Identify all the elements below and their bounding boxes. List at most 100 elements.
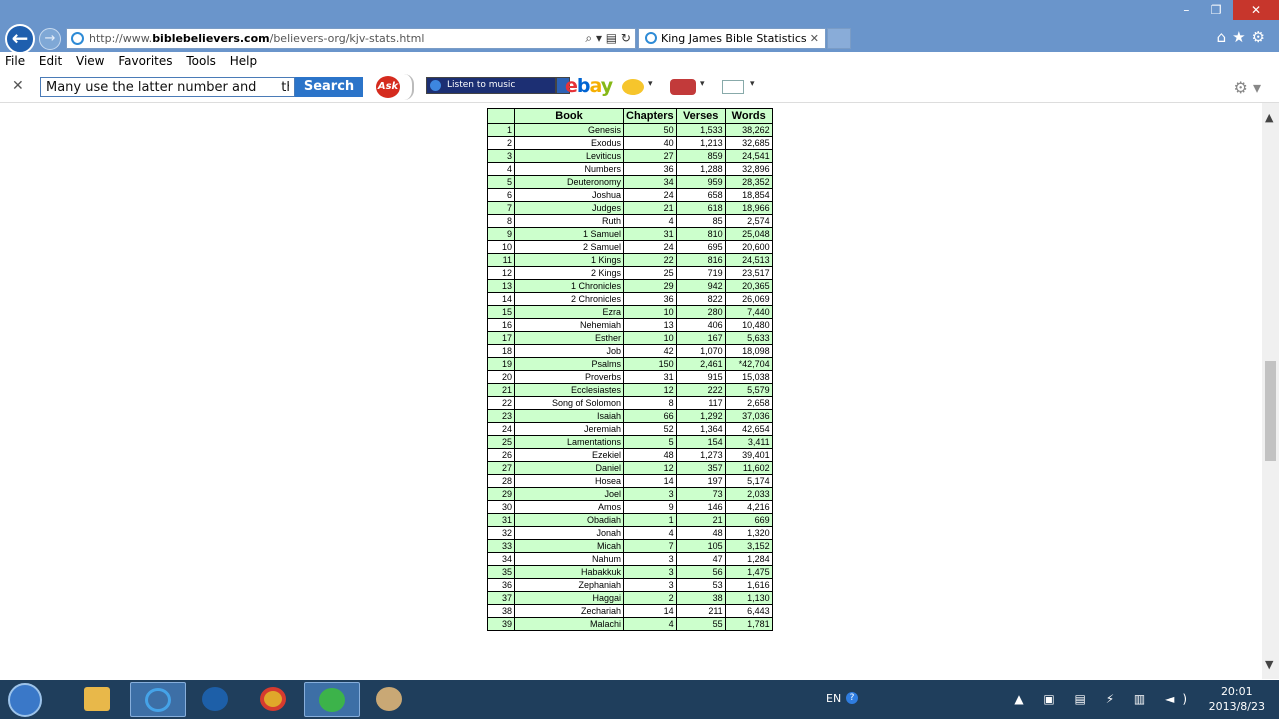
words-cell: 32,685 [724,136,773,150]
row-number: 30 [487,500,515,514]
chapters-cell: 3 [623,578,677,592]
row-number: 32 [487,526,515,540]
chapters-cell: 10 [623,331,677,345]
toolbar-settings-icon[interactable]: ⚙ ▾ [1234,78,1261,97]
ie-tab-icon [645,32,657,44]
table-row: 91 Samuel 31 810 25,048 [487,227,773,241]
scroll-down-icon[interactable]: ▼ [1265,658,1273,671]
tab-close-icon[interactable]: ✕ [810,29,819,48]
mail-dropdown-icon[interactable]: ▾ [750,79,755,89]
verses-cell: 56 [675,565,726,579]
verses-cell: 197 [675,474,726,488]
home-favorites-settings-icons[interactable]: ⌂★⚙ [1217,28,1271,46]
listen-to-music-widget[interactable]: Listen to music [426,77,570,94]
verses-cell: 280 [675,305,726,319]
close-window-button[interactable]: ✕ [1233,0,1279,20]
taskbar-paint[interactable] [362,682,418,717]
toolbar-close-icon[interactable]: ✕ [12,78,24,94]
table-row: 25 Lamentations 5 154 3,411 [487,435,773,449]
toolbar-search-input[interactable] [40,77,295,97]
book-name: Ezra [514,305,624,319]
words-cell: 20,365 [724,279,773,293]
words-cell: 5,633 [724,331,773,345]
chapters-cell: 66 [623,409,677,423]
start-button[interactable] [8,683,42,717]
chapters-cell: 31 [623,227,677,241]
back-button[interactable]: ← [5,24,35,54]
row-number: 4 [487,162,515,176]
words-cell: 37,036 [724,409,773,423]
new-tab-button[interactable] [827,28,851,49]
verses-cell: 1,292 [675,409,726,423]
taskbar-green-app[interactable] [304,682,360,717]
menu-file[interactable]: File [0,52,30,70]
verses-cell: 859 [675,149,726,163]
menu-edit[interactable]: Edit [34,52,67,70]
search-button[interactable]: Search [295,77,363,97]
table-row: 38 Zechariah 14 211 6,443 [487,604,773,618]
header-book: Book [514,108,624,124]
words-cell: 18,966 [724,201,773,215]
verses-cell: 942 [675,279,726,293]
scroll-thumb[interactable] [1265,361,1276,461]
row-number: 38 [487,604,515,618]
scroll-up-icon[interactable]: ▲ [1265,111,1273,124]
book-name: Song of Solomon [514,396,624,410]
page-content: Book Chapters Verses Words 1 Genesis 50 1,5… [0,103,1262,679]
weather-icon[interactable] [622,79,644,95]
menu-tools[interactable]: Tools [181,52,221,70]
book-name: Amos [514,500,624,514]
menu-favorites[interactable]: Favorites [113,52,177,70]
menu-bar: File Edit View Favorites Tools Help [0,52,1279,72]
address-tools[interactable]: ⌕ ▾ ▤ ↻ [585,29,631,48]
language-indicator[interactable]: EN [826,692,841,705]
chapters-cell: 150 [623,357,677,371]
menu-view[interactable]: View [71,52,109,70]
maximize-button[interactable]: ❐ [1203,0,1229,20]
verses-cell: 959 [675,175,726,189]
row-number: 36 [487,578,515,592]
play-icon [430,80,441,91]
book-name: Joshua [514,188,624,202]
book-name: Exodus [514,136,624,150]
words-cell: 2,033 [724,487,773,501]
taskbar-file-explorer[interactable] [70,682,126,717]
words-cell: 1,781 [724,617,773,631]
mail-icon[interactable] [722,80,744,94]
ebay-logo[interactable]: ebay [565,75,613,97]
verses-cell: 695 [675,240,726,254]
chapters-cell: 50 [623,123,677,137]
menu-help[interactable]: Help [225,52,262,70]
system-tray-icons[interactable]: ▲ ▣ ▤ ⚡ ▥ ◄) [1014,692,1195,706]
chapters-cell: 36 [623,162,677,176]
taskbar-internet-explorer[interactable] [130,682,186,717]
clock[interactable]: 20:01 2013/8/23 [1209,684,1265,714]
verses-cell: 810 [675,227,726,241]
taskbar-hp[interactable] [188,682,244,717]
verses-cell: 85 [675,214,726,228]
row-number: 22 [487,396,515,410]
tab-king-james-bible-statistics[interactable]: King James Bible Statistics ✕ [638,28,826,49]
chapters-cell: 52 [623,422,677,436]
address-bar[interactable]: http://www.biblebelievers.com/believers-… [66,28,636,49]
table-row: 35 Habakkuk 3 56 1,475 [487,565,773,579]
help-icon[interactable]: ? [846,692,858,704]
taskbar-chrome[interactable] [246,682,302,717]
row-number: 10 [487,240,515,254]
row-number: 26 [487,448,515,462]
ask-logo[interactable]: Ask [376,76,400,98]
book-name: Micah [514,539,624,553]
games-dropdown-icon[interactable]: ▾ [700,79,705,89]
vertical-scrollbar[interactable]: ▲ ▼ [1262,103,1279,679]
chapters-cell: 8 [623,396,677,410]
weather-dropdown-icon[interactable]: ▾ [648,79,653,89]
table-row: 16 Nehemiah 13 406 10,480 [487,318,773,332]
row-number: 8 [487,214,515,228]
table-row: 15 Ezra 10 280 7,440 [487,305,773,319]
book-name: 2 Chronicles [514,292,624,306]
forward-button[interactable]: → [39,28,61,50]
chapters-cell: 34 [623,175,677,189]
games-icon[interactable] [670,79,696,95]
row-number: 27 [487,461,515,475]
minimize-button[interactable]: – [1173,0,1199,20]
